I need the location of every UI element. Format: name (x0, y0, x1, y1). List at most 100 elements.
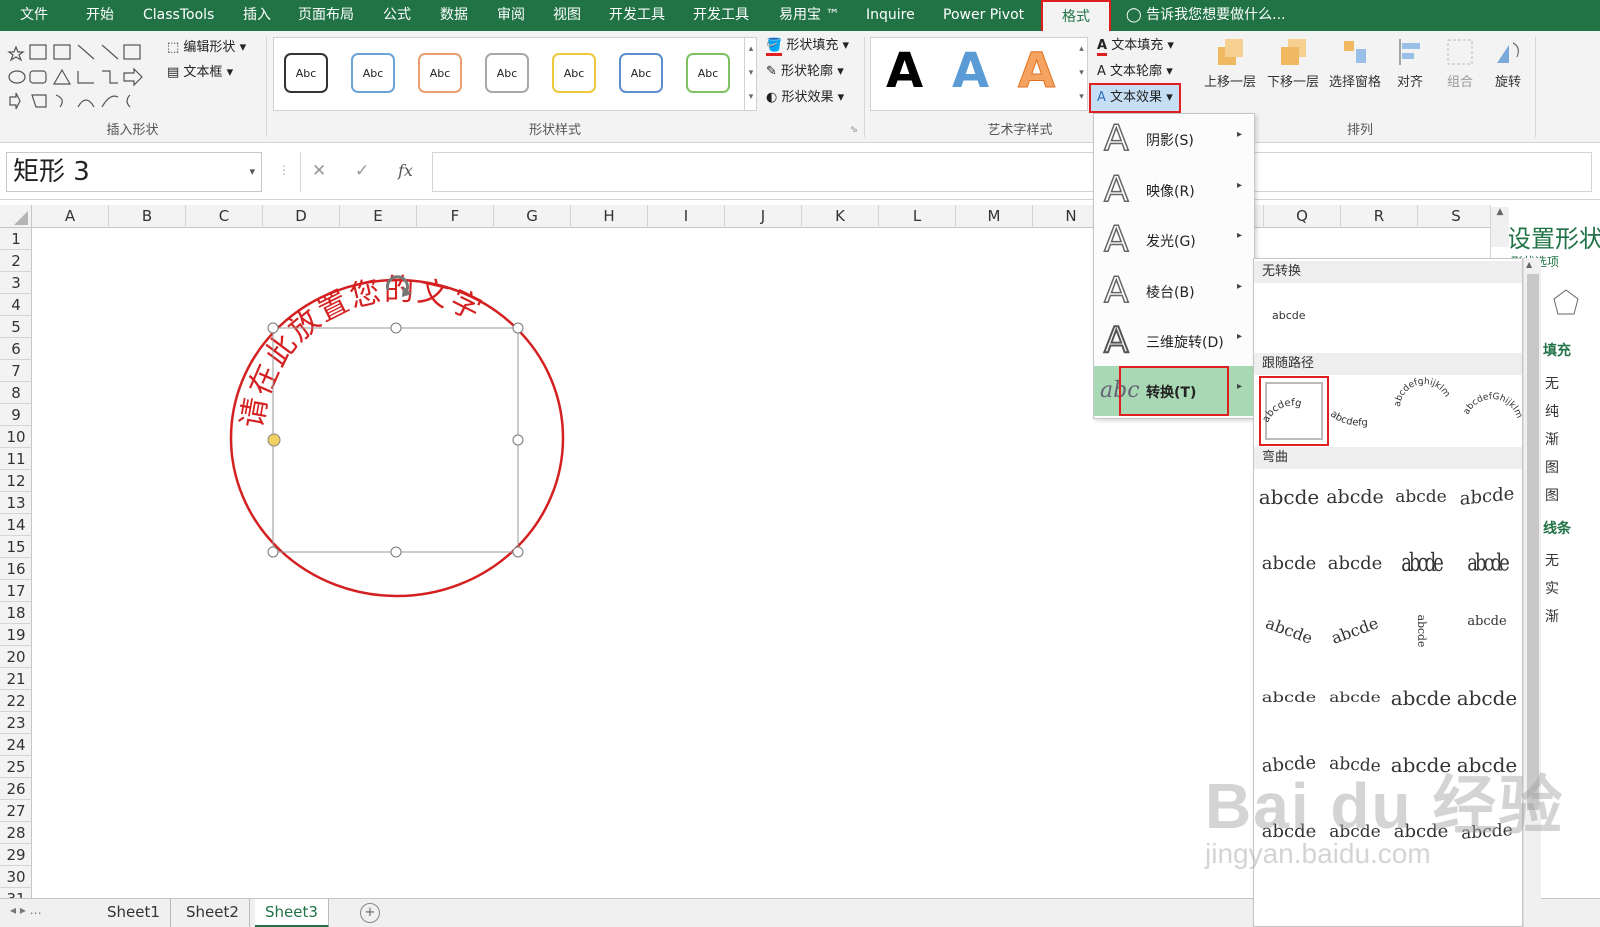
shape-style-5[interactable]: Abc (552, 53, 596, 93)
row-header[interactable]: 3 (0, 272, 32, 294)
row-header[interactable]: 29 (0, 844, 32, 866)
tab-developer[interactable]: 开发工具 (609, 0, 665, 31)
menu-item-transform[interactable]: abc 转换(T) ▸ (1094, 366, 1254, 416)
row-header[interactable]: 23 (0, 712, 32, 734)
shape-style-6[interactable]: Abc (619, 53, 663, 93)
fill-option[interactable]: 图 (1545, 454, 1559, 482)
row-header[interactable]: 30 (0, 866, 32, 888)
tab-insert[interactable]: 插入 (243, 0, 271, 31)
line-option[interactable]: 渐 (1545, 603, 1559, 631)
column-header[interactable]: H (571, 205, 648, 228)
warp-option[interactable]: abcde (1404, 612, 1438, 649)
row-header[interactable]: 8 (0, 382, 32, 404)
warp-option[interactable]: abcde (1258, 469, 1320, 525)
function-icon[interactable]: fx (398, 161, 413, 180)
formula-input[interactable] (432, 152, 1592, 192)
tab-formulas[interactable]: 公式 (383, 0, 411, 31)
column-header[interactable]: C (186, 205, 263, 228)
name-box[interactable]: 矩形 3 ▾ (6, 152, 262, 192)
shape-gallery[interactable] (6, 39, 146, 110)
resize-handle[interactable] (512, 322, 524, 334)
column-header[interactable]: A (32, 205, 109, 228)
shape-style-7[interactable]: Abc (686, 53, 730, 93)
warp-option[interactable]: abcde (1456, 670, 1518, 726)
rotate-button[interactable]: 旋转 (1488, 37, 1528, 90)
menu-item-3d-rotation[interactable]: A 三维旋转(D) ▸ (1094, 316, 1254, 366)
resize-handle[interactable] (512, 434, 524, 446)
menu-item-reflection[interactable]: A 映像(R) ▸ (1094, 165, 1254, 215)
shape-style-1[interactable]: Abc (284, 53, 328, 93)
line-section[interactable]: 线条 (1543, 518, 1571, 538)
sheet-tab-3[interactable]: Sheet3 (255, 899, 329, 927)
fill-option[interactable]: 纯 (1545, 398, 1559, 426)
tab-yiyongbao[interactable]: 易用宝 ™ (779, 0, 839, 31)
send-backward-button[interactable]: 下移一层 (1263, 37, 1323, 90)
chevron-down-icon[interactable]: ▾ (249, 153, 255, 191)
select-all-corner[interactable] (0, 205, 32, 228)
row-header[interactable]: 22 (0, 690, 32, 712)
scroll-up-arrow[interactable]: ▲ (1526, 260, 1532, 269)
edit-shape-button[interactable]: ⬚ 编辑形状 ▾ (167, 39, 246, 57)
tab-home[interactable]: 开始 (86, 0, 114, 31)
pentagon-icon[interactable] (1551, 287, 1581, 317)
shape-outline-button[interactable]: ✎ 形状轮廓 ▾ (766, 63, 844, 81)
scroll-up-arrow[interactable]: ▲ (1491, 207, 1509, 247)
warp-option[interactable]: abcde (1456, 528, 1518, 601)
shape-effects-button[interactable]: ◐ 形状效果 ▾ (766, 89, 844, 107)
align-button[interactable]: 对齐 (1390, 37, 1430, 90)
row-header[interactable]: 2 (0, 250, 32, 272)
column-header[interactable]: J (725, 205, 802, 228)
row-header[interactable]: 20 (0, 646, 32, 668)
sheet-nav-arrows[interactable]: ◂ ▸ … (10, 903, 42, 917)
row-header[interactable]: 12 (0, 470, 32, 492)
fill-section[interactable]: 填充 (1543, 340, 1571, 360)
tab-review[interactable]: 审阅 (497, 0, 525, 31)
row-header[interactable]: 1 (0, 228, 32, 250)
warp-option[interactable]: abcde (1316, 594, 1393, 668)
line-option[interactable]: 实 (1545, 575, 1559, 603)
row-header[interactable]: 4 (0, 294, 32, 316)
warp-option[interactable]: abcde (1456, 603, 1518, 659)
row-header[interactable]: 17 (0, 580, 32, 602)
row-header[interactable]: 10 (0, 426, 32, 448)
warp-option[interactable]: abcde (1324, 536, 1386, 592)
text-outline-button[interactable]: A 文本轮廓 ▾ (1097, 63, 1173, 81)
row-header[interactable]: 6 (0, 338, 32, 360)
column-header[interactable]: M (956, 205, 1033, 228)
shape-style-4[interactable]: Abc (485, 53, 529, 93)
shape-fill-button[interactable]: 🪣 形状填充 ▾ (766, 37, 849, 56)
column-header[interactable]: L (879, 205, 956, 228)
row-header[interactable]: 19 (0, 624, 32, 646)
row-header[interactable]: 9 (0, 404, 32, 426)
row-header[interactable]: 15 (0, 536, 32, 558)
column-header[interactable]: Q (1264, 205, 1341, 228)
warp-option[interactable]: abcde (1390, 525, 1452, 603)
shape-style-3[interactable]: Abc (418, 53, 462, 93)
stamp-shape[interactable]: 请在此放置您的文字 (220, 270, 580, 610)
text-fill-button[interactable]: A 文本填充 ▾ (1097, 37, 1174, 56)
tab-developer-2[interactable]: 开发工具 (693, 0, 749, 31)
row-header[interactable]: 11 (0, 448, 32, 470)
tab-classtools[interactable]: ClassTools (143, 0, 214, 31)
warp-option[interactable]: abcde (1324, 469, 1386, 525)
row-header[interactable]: 28 (0, 822, 32, 844)
column-header[interactable]: F (417, 205, 494, 228)
group-button[interactable]: 组合 (1440, 37, 1480, 90)
column-header[interactable]: G (494, 205, 571, 228)
warp-option[interactable]: abcde (1250, 594, 1327, 668)
wordart-style-orange[interactable]: A (1017, 41, 1055, 101)
tab-data[interactable]: 数据 (440, 0, 468, 31)
warp-option[interactable]: abcde (1456, 466, 1518, 529)
column-header[interactable]: E (340, 205, 417, 228)
row-header[interactable]: 5 (0, 316, 32, 338)
column-header[interactable]: R (1341, 205, 1418, 228)
text-box-button[interactable]: ▤ 文本框 ▾ (167, 64, 233, 82)
row-header[interactable]: 25 (0, 756, 32, 778)
fill-option[interactable]: 无 (1545, 370, 1559, 398)
resize-handle[interactable] (390, 322, 402, 334)
row-header[interactable]: 21 (0, 668, 32, 690)
fill-option[interactable]: 图 (1545, 482, 1559, 510)
tab-format[interactable]: 格式 (1041, 0, 1111, 31)
selection-pane-button[interactable]: 选择窗格 (1324, 37, 1386, 90)
enter-icon[interactable]: ✓ (355, 161, 369, 181)
